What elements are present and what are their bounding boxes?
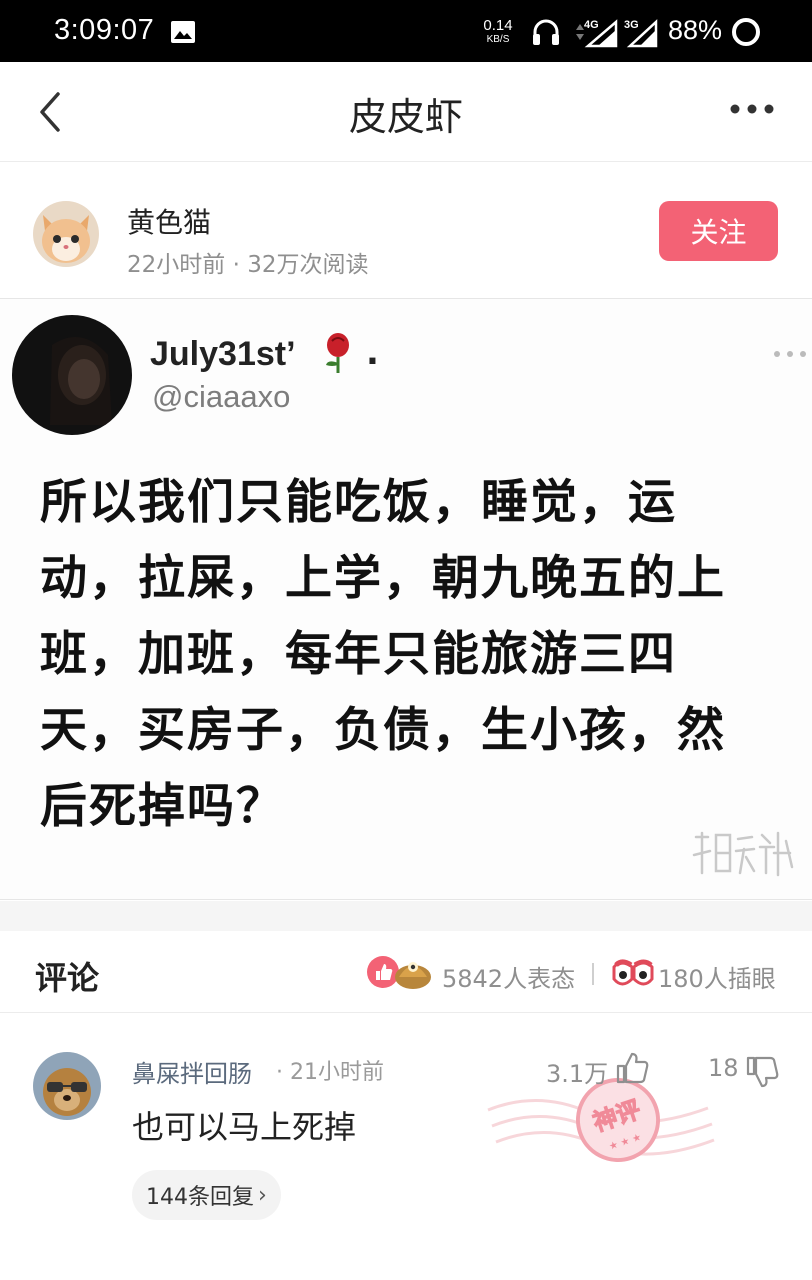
like-count[interactable]: 3.1万 <box>546 1054 608 1089</box>
network-speed-unit: KB/S <box>486 34 510 45</box>
commenter-name[interactable]: 鼻屎拌回肠 <box>132 1054 252 1089</box>
author-row: 黄色猫 22小时前 · 32万次阅读 关注 <box>0 163 812 298</box>
tweet-name-suffix: . <box>366 333 379 373</box>
eyes-icon[interactable] <box>612 953 654 991</box>
tweet-display-name: July31st’ <box>150 335 296 373</box>
battery-percent: 88% <box>668 15 723 45</box>
battery-ring-icon <box>732 18 760 46</box>
page-title: 皮皮虾 <box>348 95 463 139</box>
thumbs-down-icon[interactable] <box>744 1054 780 1090</box>
reaction-icons[interactable] <box>366 953 436 991</box>
thumbs-up-icon[interactable] <box>614 1050 650 1086</box>
eyes-count[interactable]: 180人插眼 <box>658 959 776 994</box>
comment-item: 鼻屎拌回肠 · 21小时前 神评 ★ ★ ★ 3.1万 18 也可以马上死掉 1… <box>0 1014 812 1280</box>
signal-3g-icon: 3G <box>624 19 658 48</box>
network-speed: 0.14 KB/S <box>478 18 518 45</box>
tweet-handle: @ciaaaxo <box>152 379 291 414</box>
more-options-icon[interactable] <box>728 98 776 120</box>
section-divider <box>0 901 812 931</box>
author-avatar[interactable] <box>33 201 99 267</box>
watermark-icon <box>692 831 794 877</box>
signal-4g-icon: 4G <box>576 19 618 48</box>
comments-header: 评论 5842人表态 180人插眼 <box>0 931 812 1013</box>
signal-3g-label: 3G <box>624 19 639 31</box>
signal-4g-label: 4G <box>584 19 599 31</box>
tweet-text: 所以我们只能吃饭，睡觉，运动，拉屎，上学，朝九晚五的上班，加班，每年只能旅游三四… <box>40 475 726 834</box>
nav-bar: 皮皮虾 <box>0 62 812 162</box>
replies-button[interactable]: 144条回复 › <box>132 1170 281 1220</box>
comment-text: 也可以马上死掉 <box>132 1108 357 1146</box>
comments-label: 评论 <box>35 959 100 997</box>
replies-label: 144条回复 <box>146 1185 254 1210</box>
reaction-count[interactable]: 5842人表态 <box>442 959 575 994</box>
separator <box>592 963 594 985</box>
rose-icon <box>326 333 349 373</box>
network-speed-value: 0.14 <box>483 17 513 34</box>
comment-time: · 21小时前 <box>276 1060 384 1085</box>
chevron-right-icon: › <box>258 1182 267 1208</box>
cat-avatar-icon <box>33 201 99 267</box>
author-meta: 22小时前 · 32万次阅读 <box>127 252 369 278</box>
commenter-avatar[interactable] <box>33 1052 101 1120</box>
tweet-avatar <box>12 315 132 435</box>
follow-button[interactable]: 关注 <box>659 201 778 261</box>
dog-avatar-icon <box>33 1052 101 1120</box>
post-image[interactable]: July31st’ . @ciaaaxo 所以我们只能吃饭，睡觉，运动，拉屎，上… <box>0 298 812 900</box>
status-bar: 3:09:07 0.14 KB/S 4G 3G 88% <box>0 0 812 62</box>
image-notification-icon <box>171 21 195 43</box>
headset-icon <box>533 19 559 45</box>
tweet-more-icon <box>774 351 806 357</box>
author-name[interactable]: 黄色猫 <box>127 201 211 241</box>
dislike-count[interactable]: 18 <box>708 1054 739 1082</box>
status-time: 3:09:07 <box>54 14 155 46</box>
portrait-avatar-icon <box>12 315 132 435</box>
